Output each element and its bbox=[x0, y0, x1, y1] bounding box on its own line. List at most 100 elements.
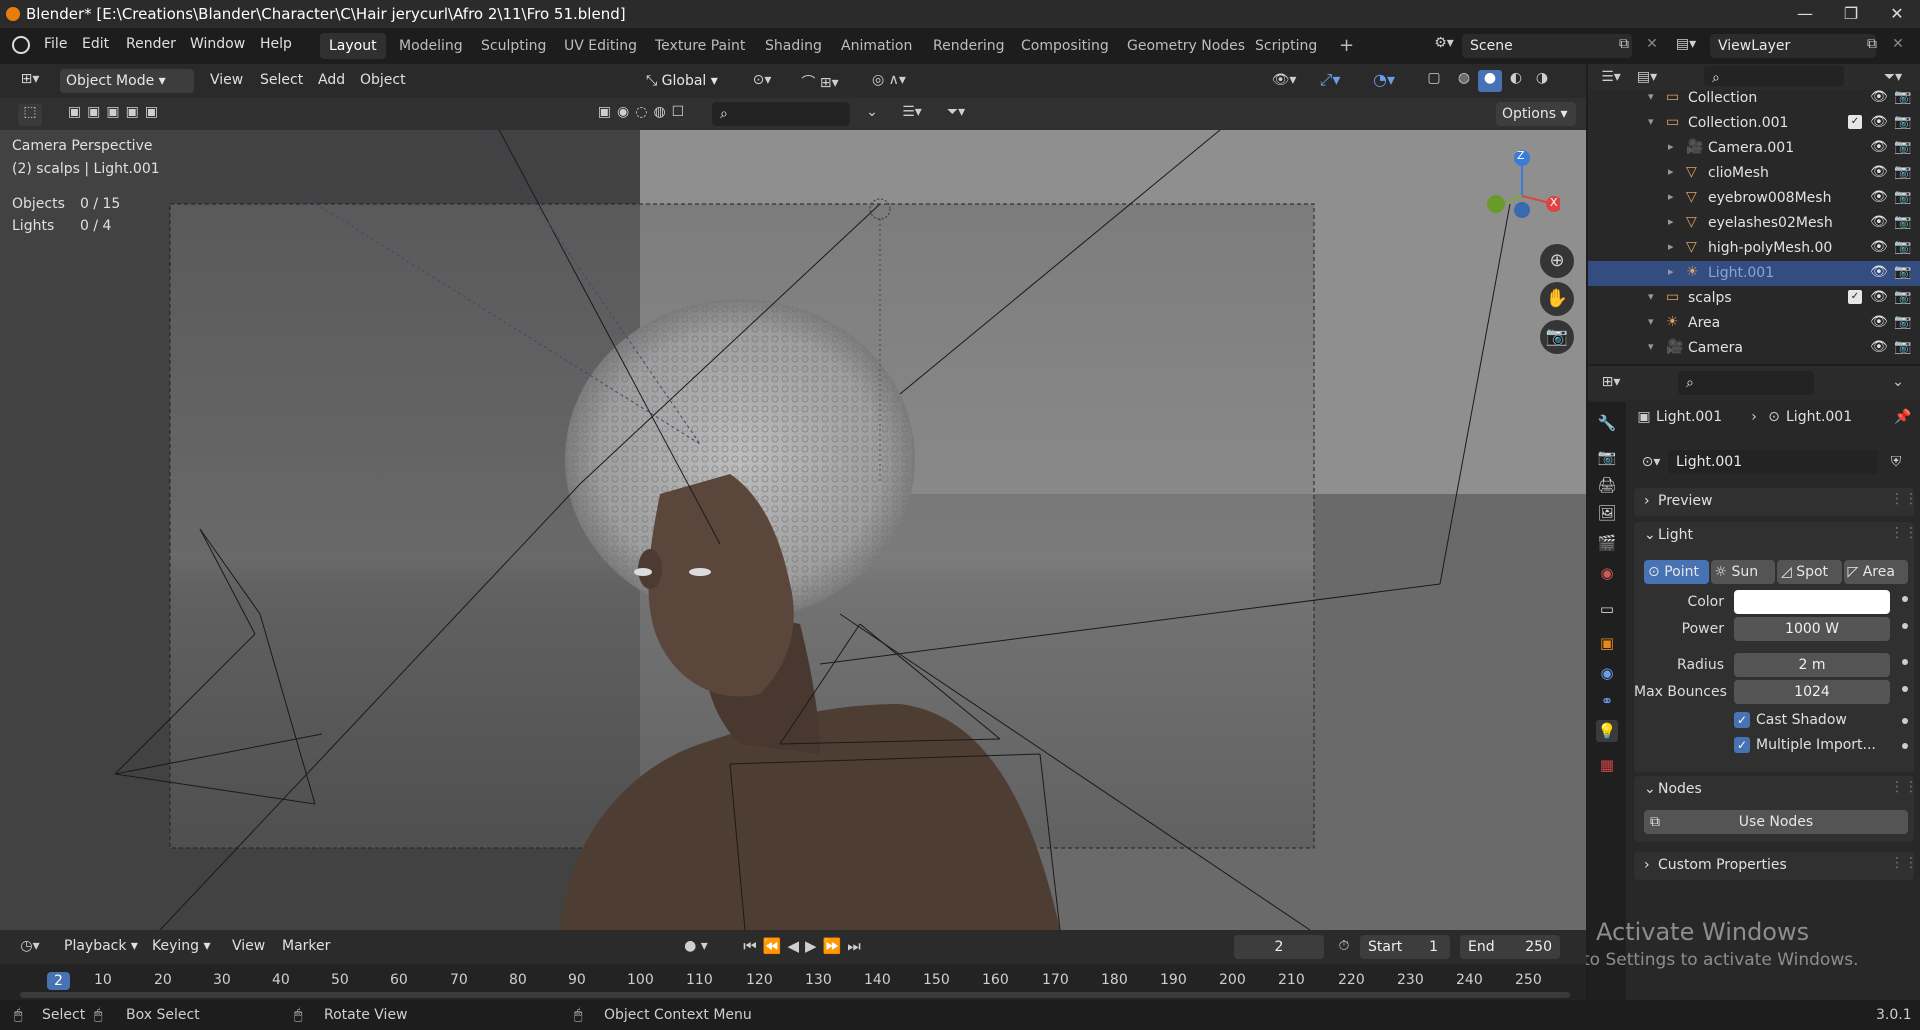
maximize-button[interactable]: ❐ bbox=[1828, 0, 1874, 28]
render-camera-icon[interactable]: 📷 bbox=[1894, 239, 1911, 255]
expand-arrow-icon[interactable]: ▸ bbox=[1668, 215, 1674, 228]
properties-editor-type-icon[interactable]: ⊞▾ bbox=[1596, 374, 1626, 390]
scene-field[interactable]: Scene bbox=[1462, 34, 1632, 58]
max-bounces-field[interactable]: 1024 bbox=[1734, 680, 1890, 704]
viewport-menu-view[interactable]: View bbox=[210, 72, 243, 88]
display-mode-icon[interactable]: ☰▾ bbox=[894, 104, 930, 120]
render-tab-icon[interactable]: 📷 bbox=[1596, 446, 1618, 468]
use-nodes-button[interactable]: ⧉ Use Nodes bbox=[1644, 810, 1908, 834]
eye-icon[interactable]: 👁 bbox=[1870, 189, 1888, 205]
outliner-filter-icon[interactable]: ⏷▾ bbox=[1878, 69, 1908, 85]
timeline-menu-keying[interactable]: Keying ▾ bbox=[152, 938, 211, 954]
render-camera-icon[interactable]: 📷 bbox=[1894, 114, 1911, 130]
tab-scripting[interactable]: Scripting bbox=[1246, 33, 1326, 59]
minimize-button[interactable]: — bbox=[1782, 0, 1828, 28]
eye-icon[interactable]: 👁 bbox=[1870, 289, 1888, 305]
outliner-row[interactable]: ▸ ▽ clioMesh 👁 📷 bbox=[1588, 161, 1920, 186]
expand-arrow-icon[interactable]: ▾ bbox=[1648, 90, 1654, 103]
light-chevron-icon[interactable]: ⌄ bbox=[1644, 527, 1656, 543]
expand-arrow-icon[interactable]: ▸ bbox=[1668, 190, 1674, 203]
current-frame-field[interactable]: 2 bbox=[1234, 935, 1324, 959]
keyframe-dot-icon[interactable] bbox=[1902, 659, 1908, 665]
timeline-menu-playback[interactable]: Playback ▾ bbox=[64, 938, 138, 954]
outliner-display-mode-icon[interactable]: ▤▾ bbox=[1632, 69, 1662, 85]
render-camera-icon[interactable]: 📷 bbox=[1894, 339, 1911, 355]
delete-view-layer-icon[interactable]: ✕ bbox=[1890, 36, 1906, 52]
outliner-row[interactable]: ▾ ▭ Collection.001 ✓ 👁 📷 bbox=[1588, 111, 1920, 136]
eye-icon[interactable]: 👁 bbox=[1870, 214, 1888, 230]
viewport-menu-select[interactable]: Select bbox=[260, 72, 303, 88]
options-button[interactable]: Options ▾ bbox=[1496, 102, 1576, 126]
light-browse-icon[interactable]: ⊙▾ bbox=[1636, 454, 1666, 470]
outliner-row[interactable]: ▾ ☀ Area 👁 📷 bbox=[1588, 311, 1920, 336]
viewport-search-field[interactable]: ⌕ bbox=[712, 102, 850, 126]
keyframe-dot-icon[interactable] bbox=[1902, 686, 1908, 692]
menu-file[interactable]: File bbox=[44, 36, 67, 52]
output-tab-icon[interactable]: 🖨 bbox=[1596, 474, 1618, 496]
filter-dropdown-icon[interactable]: ⌄ bbox=[860, 104, 884, 120]
cast-shadow-row[interactable]: ✓ Cast Shadow bbox=[1734, 710, 1894, 732]
eye-icon[interactable]: 👁 bbox=[1870, 139, 1888, 155]
outliner-row[interactable]: ▸ 🎥 Camera.001 👁 📷 bbox=[1588, 136, 1920, 161]
selection-mode-icons[interactable]: ▣▣▣▣▣ bbox=[56, 104, 176, 120]
new-view-layer-icon[interactable]: ⧉ bbox=[1862, 36, 1882, 52]
menu-window[interactable]: Window bbox=[190, 36, 245, 52]
tab-modeling[interactable]: Modeling bbox=[390, 33, 472, 59]
outliner-row[interactable]: ▸ ▽ eyelashes02Mesh 👁 📷 bbox=[1588, 211, 1920, 236]
record-keyframe-icon[interactable]: ● ▾ bbox=[676, 938, 716, 954]
expand-arrow-icon[interactable]: ▸ bbox=[1668, 240, 1674, 253]
view-layer-selector-icon[interactable]: ▤▾ bbox=[1672, 36, 1700, 52]
render-camera-icon[interactable]: 📷 bbox=[1894, 89, 1911, 105]
texture-tab-icon[interactable]: ▦ bbox=[1596, 754, 1618, 776]
menu-help[interactable]: Help bbox=[260, 36, 292, 52]
overlay-toggle-icon[interactable]: ◔▾ bbox=[1364, 70, 1404, 89]
render-camera-icon[interactable]: 📷 bbox=[1894, 189, 1911, 205]
properties-options-icon[interactable]: ⌄ bbox=[1888, 374, 1908, 390]
camera-view-icon[interactable]: 📷 bbox=[1540, 320, 1574, 354]
multiple-importance-row[interactable]: ✓ Multiple Import... bbox=[1734, 735, 1894, 757]
snap-icon[interactable]: ⌒ ⊞▾ bbox=[790, 72, 850, 92]
outliner-row[interactable]: ▾ 🎥 Camera 👁 📷 bbox=[1588, 336, 1920, 361]
exclude-checkbox[interactable]: ✓ bbox=[1848, 290, 1862, 304]
outliner-row[interactable]: ▾ ▭ scalps ✓ 👁 📷 bbox=[1588, 286, 1920, 311]
expand-arrow-icon[interactable]: ▾ bbox=[1648, 290, 1654, 303]
start-frame-field[interactable]: Start 1 bbox=[1360, 935, 1450, 959]
nodes-chevron-icon[interactable]: ⌄ bbox=[1644, 781, 1656, 797]
view-layer-field[interactable]: ViewLayer bbox=[1710, 34, 1876, 58]
outliner-row[interactable]: ▸ ▽ high-polyMesh.00 👁 📷 bbox=[1588, 236, 1920, 261]
render-camera-icon[interactable]: 📷 bbox=[1894, 314, 1911, 330]
fake-user-shield-icon[interactable]: ⛨ bbox=[1886, 454, 1906, 470]
collection-tab-icon[interactable]: ▭ bbox=[1596, 598, 1618, 620]
pan-hand-icon[interactable]: ✋ bbox=[1540, 282, 1574, 316]
viewport-menu-add[interactable]: Add bbox=[318, 72, 345, 88]
constraints-tab-icon[interactable]: ⚭ bbox=[1596, 690, 1618, 712]
menu-edit[interactable]: Edit bbox=[82, 36, 109, 52]
tab-compositing[interactable]: Compositing bbox=[1012, 33, 1118, 59]
pivot-point-icon[interactable]: ⊙▾ bbox=[744, 72, 780, 88]
tab-texture-paint[interactable]: Texture Paint bbox=[646, 33, 754, 59]
add-workspace-button[interactable]: + bbox=[1330, 33, 1363, 59]
eye-icon[interactable]: 👁 bbox=[1870, 89, 1888, 105]
outliner-row[interactable]: ▸ ▽ eyebrow008Mesh 👁 📷 bbox=[1588, 186, 1920, 211]
datablock-name-field[interactable]: Light.001 bbox=[1668, 450, 1878, 474]
expand-arrow-icon[interactable]: ▸ bbox=[1668, 165, 1674, 178]
expand-arrow-icon[interactable]: ▾ bbox=[1648, 315, 1654, 328]
preview-panel[interactable]: › Preview ⋮⋮ bbox=[1634, 488, 1918, 516]
orientation-selector[interactable]: ⤡ Global ▾ bbox=[640, 69, 736, 93]
drag-handle-icon[interactable]: ⋮⋮ bbox=[1890, 855, 1918, 871]
tool-tab-icon[interactable]: 🔧 bbox=[1596, 412, 1618, 434]
timeline-menu-marker[interactable]: Marker bbox=[282, 938, 330, 954]
object-tab-icon[interactable]: ▣ bbox=[1596, 632, 1618, 654]
new-scene-icon[interactable]: ⧉ bbox=[1614, 36, 1634, 52]
light-type-point[interactable]: ⊙ Point bbox=[1644, 560, 1709, 584]
expand-arrow-icon[interactable]: ▾ bbox=[1648, 115, 1654, 128]
cast-shadow-checkbox[interactable]: ✓ bbox=[1734, 712, 1750, 728]
menu-render[interactable]: Render bbox=[126, 36, 176, 52]
eye-icon[interactable]: 👁 bbox=[1870, 339, 1888, 355]
tab-rendering[interactable]: Rendering bbox=[924, 33, 1014, 59]
tab-animation[interactable]: Animation bbox=[832, 33, 921, 59]
proportional-edit-icon[interactable]: ◎ ∧▾ bbox=[864, 72, 914, 88]
exclude-checkbox[interactable]: ✓ bbox=[1848, 115, 1862, 129]
keyframe-dot-icon[interactable] bbox=[1902, 596, 1908, 602]
navigation-gizmo[interactable]: Z X bbox=[1470, 140, 1562, 240]
